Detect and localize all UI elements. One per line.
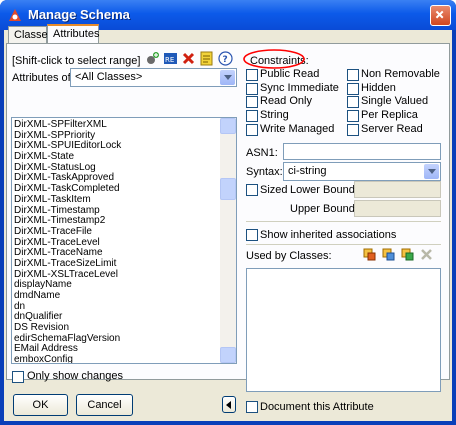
- constraint-label: Read Only: [260, 95, 312, 108]
- constraint-label: Server Read: [361, 122, 423, 135]
- syntax-value: ci-string: [288, 165, 327, 177]
- attributes-of-label: Attributes of:: [12, 72, 74, 84]
- copy-class-icon[interactable]: [381, 247, 396, 262]
- close-button[interactable]: [430, 5, 451, 26]
- used-by-classes-list[interactable]: [246, 268, 441, 392]
- constraint-checkbox[interactable]: [246, 110, 258, 123]
- used-by-label: Used by Classes:: [246, 250, 332, 262]
- sized-checkbox[interactable]: [246, 184, 258, 196]
- divider: [246, 244, 441, 245]
- add-class-icon[interactable]: [362, 247, 377, 262]
- constraint-checkbox[interactable]: [347, 110, 359, 123]
- constraint-checkbox[interactable]: [347, 123, 359, 136]
- close-icon: [435, 10, 444, 19]
- lower-bound-label: Lower Bound:: [290, 184, 358, 196]
- show-inherited-checkbox[interactable]: [246, 229, 258, 241]
- constraint-checkbox[interactable]: [347, 69, 359, 81]
- constraint-label: Public Read: [260, 68, 320, 80]
- list-item[interactable]: DirXML-TraceFile: [12, 226, 220, 238]
- asn1-input[interactable]: [283, 143, 441, 160]
- constraint-checkbox[interactable]: [347, 82, 359, 95]
- scroll-up-button[interactable]: [220, 118, 236, 134]
- list-scrollbar[interactable]: [220, 118, 236, 363]
- show-inherited-label: Show inherited associations: [260, 229, 397, 241]
- only-show-changes-label: Only show changes: [27, 370, 123, 382]
- collapse-button[interactable]: [222, 396, 236, 413]
- tab-attributes[interactable]: Attributes: [47, 24, 99, 44]
- svg-text:RE: RE: [165, 56, 174, 64]
- constraint-checkbox[interactable]: [246, 82, 258, 95]
- attributes-list[interactable]: DirXML-SPFilterXML DirXML-SPPriority DirXM…: [11, 117, 237, 364]
- sized-label: Sized: [260, 184, 288, 196]
- list-item[interactable]: emboxConfig: [12, 354, 220, 363]
- scroll-thumb[interactable]: [220, 178, 236, 200]
- upper-bound-input[interactable]: [354, 200, 441, 217]
- chevron-down-icon[interactable]: [220, 70, 235, 85]
- app-icon: [9, 9, 21, 21]
- remove-class-icon[interactable]: [419, 247, 434, 262]
- syntax-select[interactable]: ci-string: [283, 162, 441, 181]
- constraint-label: Write Managed: [260, 122, 335, 135]
- constraint-checkbox[interactable]: [246, 123, 258, 136]
- svg-text:?: ?: [223, 55, 228, 65]
- constraint-label: Non Removable: [361, 68, 440, 80]
- syntax-label: Syntax:: [246, 166, 283, 178]
- edit-class-icon[interactable]: [400, 247, 415, 262]
- document-attribute-label: Document this Attribute: [260, 401, 374, 413]
- asn1-label: ASN1:: [246, 147, 278, 159]
- list-item[interactable]: dmdName: [12, 290, 220, 302]
- tab-classes[interactable]: Classes: [8, 26, 53, 44]
- constraint-label: Single Valued: [361, 95, 429, 108]
- help-icon[interactable]: ?: [218, 51, 233, 66]
- constraint-checkbox[interactable]: [246, 69, 258, 81]
- delete-icon[interactable]: [181, 51, 196, 66]
- only-show-changes-checkbox[interactable]: [12, 371, 24, 383]
- attributes-list-items: DirXML-SPFilterXML DirXML-SPPriority DirXM…: [12, 119, 220, 363]
- constraint-label: String: [260, 109, 289, 122]
- constraint-label: Per Replica: [361, 109, 418, 122]
- selection-hint: [Shift-click to select range]: [12, 55, 141, 67]
- divider: [246, 221, 441, 222]
- window-title: Manage Schema: [28, 7, 130, 22]
- document-attribute-checkbox[interactable]: [246, 401, 258, 413]
- list-item[interactable]: DirXML-TaskItem: [12, 194, 220, 206]
- constraint-label: Hidden: [361, 81, 396, 94]
- attributes-of-value: <All Classes>: [75, 71, 143, 83]
- lower-bound-input[interactable]: [354, 181, 441, 198]
- notes-icon[interactable]: [199, 51, 214, 66]
- constraint-checkbox[interactable]: [347, 96, 359, 109]
- ok-button[interactable]: OK: [13, 394, 68, 416]
- constraint-label: Sync Immediate: [260, 81, 339, 94]
- upper-bound-label: Upper Bound:: [290, 203, 358, 215]
- collapse-icon: [226, 401, 231, 409]
- attributes-of-select[interactable]: <All Classes>: [70, 68, 237, 87]
- scroll-down-button[interactable]: [220, 347, 236, 363]
- rename-icon[interactable]: RE: [163, 51, 178, 66]
- cancel-button[interactable]: Cancel: [76, 394, 133, 416]
- add-attribute-icon[interactable]: [145, 51, 160, 66]
- chevron-down-icon[interactable]: [424, 164, 439, 179]
- constraints-highlight-circle: [243, 49, 305, 69]
- constraint-checkbox[interactable]: [246, 96, 258, 109]
